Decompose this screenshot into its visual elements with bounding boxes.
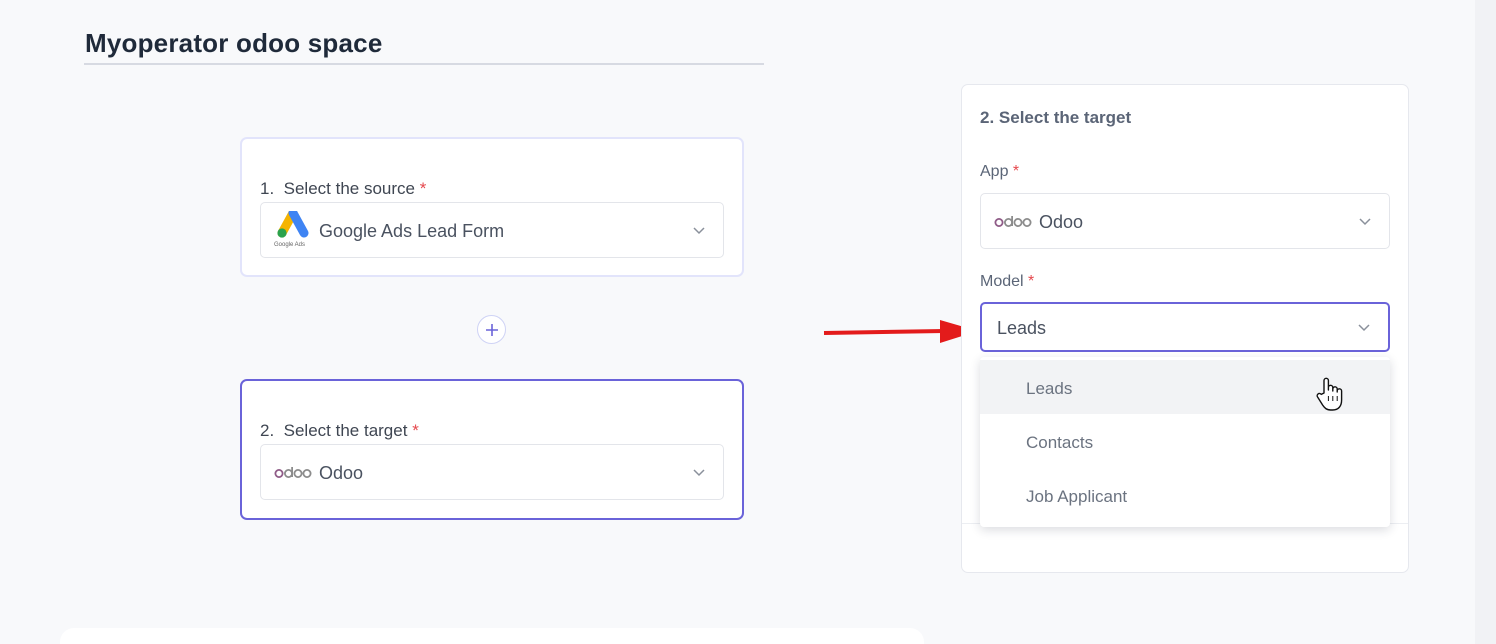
app-label-text: App: [980, 163, 1009, 180]
option-label: Leads: [1026, 379, 1073, 398]
target-step-label: 2. Select the target *: [260, 421, 419, 441]
source-step-label: 1. Select the source *: [260, 179, 426, 199]
chevron-down-icon[interactable]: [691, 222, 707, 238]
bottom-card: [60, 628, 924, 644]
target-selected-app: Odoo: [319, 463, 364, 483]
required-mark: *: [1012, 163, 1020, 180]
model-label-text: Model: [980, 273, 1024, 290]
model-select[interactable]: Leads: [980, 302, 1390, 352]
source-step-number: 1.: [260, 179, 275, 198]
plus-icon: [485, 323, 498, 336]
model-option-contacts[interactable]: Contacts: [980, 414, 1390, 468]
app-selected-value: Odoo: [1039, 212, 1084, 232]
title-underline: [84, 63, 764, 65]
source-step-card[interactable]: 1. Select the source * Google Ads Google…: [240, 137, 744, 277]
page-title: Myoperator odoo space: [85, 28, 383, 58]
odoo-logo-icon: [994, 216, 1032, 227]
annotation-arrow-icon: [823, 320, 978, 343]
target-step-card[interactable]: 2. Select the target * Odoo: [240, 379, 744, 520]
target-step-text: Select the target: [283, 421, 408, 440]
target-step-number: 2.: [260, 421, 275, 440]
add-step-button[interactable]: [477, 315, 506, 344]
source-step-text: Select the source: [283, 179, 415, 198]
panel-title: 2. Select the target: [980, 108, 1132, 127]
target-app-select[interactable]: Odoo: [260, 444, 724, 500]
hand-pointer-cursor-icon: [1316, 377, 1343, 411]
required-mark: *: [419, 179, 427, 198]
google-ads-caption: Google Ads: [274, 242, 305, 248]
source-app-select[interactable]: Google Ads Google Ads Lead Form: [260, 202, 724, 258]
page-scroll-gutter: [1475, 0, 1496, 644]
google-ads-icon: Google Ads: [274, 211, 309, 248]
chevron-down-icon[interactable]: [1356, 319, 1372, 335]
chevron-down-icon[interactable]: [691, 464, 707, 480]
odoo-logo-icon: [274, 467, 312, 478]
model-field-label: Model *: [980, 273, 1034, 291]
required-mark: *: [412, 421, 419, 440]
app-field-label: App *: [980, 163, 1019, 181]
required-mark: *: [1028, 273, 1035, 290]
model-selected-value: Leads: [997, 318, 1047, 338]
model-option-job-applicant[interactable]: Job Applicant: [980, 468, 1390, 522]
option-label: Contacts: [1026, 433, 1094, 452]
chevron-down-icon[interactable]: [1357, 213, 1373, 229]
option-label: Job Applicant: [1026, 487, 1128, 506]
app-select[interactable]: Odoo: [980, 193, 1390, 249]
source-selected-app: Google Ads Lead Form: [319, 221, 505, 241]
